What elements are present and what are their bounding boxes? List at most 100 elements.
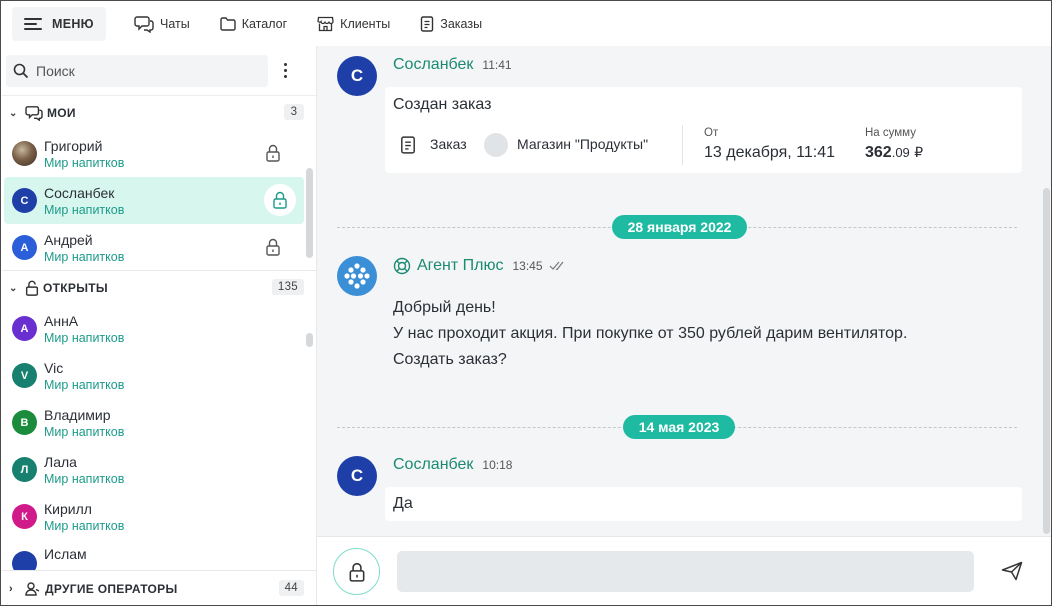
contact-name: АннА — [44, 312, 79, 329]
contact-item[interactable]: Григорий Мир напитков — [2, 130, 316, 177]
avatar: К — [12, 504, 37, 529]
store-icon — [317, 16, 334, 32]
section-open-title: ОТКРЫТЫ — [43, 281, 108, 295]
contact-item[interactable]: А АннА Мир напитков — [2, 305, 316, 352]
nav-catalog-label: Каталог — [241, 17, 288, 31]
chat-area: С Сосланбек 11:41 Создан заказ Заказ Маг… — [317, 46, 1051, 536]
message-line: Добрый день! — [393, 299, 496, 316]
menu-button[interactable]: МЕНЮ — [12, 7, 106, 41]
nav-orders-label: Заказы — [440, 17, 483, 31]
unlock-icon — [25, 280, 39, 296]
mine-scrollbar[interactable] — [306, 168, 313, 258]
message-header: Сосланбек 10:18 — [393, 456, 512, 474]
message-time: 10:18 — [482, 458, 513, 472]
avatar: А — [12, 235, 37, 260]
contact-company: Мир напитков — [44, 471, 125, 486]
date-separator: 28 января 2022 — [337, 215, 1017, 239]
chats-icon — [25, 105, 43, 121]
lock-icon[interactable] — [266, 144, 280, 162]
avatar: С — [12, 188, 37, 213]
send-button[interactable] — [1001, 561, 1023, 586]
message-text: Да — [393, 495, 413, 512]
lock-icon — [273, 191, 287, 209]
store-avatar — [484, 133, 508, 157]
contact-company: Мир напитков — [44, 424, 125, 439]
sender-name: Агент Плюс — [417, 257, 504, 274]
more-options-icon[interactable] — [284, 63, 288, 78]
nav-orders[interactable]: Заказы — [420, 16, 482, 32]
hamburger-icon — [24, 18, 42, 30]
message-time: 11:41 — [482, 58, 512, 72]
avatar: А — [12, 316, 37, 341]
date-pill: 14 мая 2023 — [623, 415, 735, 439]
message-line: У нас проходит акция. При покупке от 350… — [393, 325, 908, 342]
lock-button[interactable] — [264, 184, 296, 216]
date-separator: 14 мая 2023 — [337, 415, 1017, 439]
open-list: А АннА Мир напитков V Vic Мир напитков В… — [2, 305, 316, 575]
nav-chats[interactable]: Чаты — [134, 15, 190, 33]
contact-item[interactable]: А Андрей Мир напитков — [2, 224, 316, 271]
avatar: V — [12, 363, 37, 388]
search-input[interactable]: Поиск — [6, 54, 268, 87]
section-other-count: 44 — [278, 580, 304, 596]
message-text: Добрый день! У нас проходит акция. При п… — [393, 295, 907, 373]
operators-icon — [25, 581, 40, 596]
sum-value: 362.09 ₽ — [865, 144, 923, 162]
section-open[interactable]: ⌄ ОТКРЫТЫ 135 — [2, 271, 316, 305]
agent-logo-icon — [344, 263, 370, 289]
from-label: От — [704, 127, 719, 139]
contact-item[interactable]: Л Лала Мир напитков — [2, 446, 316, 493]
contact-company: Мир напитков — [44, 518, 125, 533]
avatar: Л — [12, 457, 37, 482]
avatar — [12, 141, 37, 166]
order-card[interactable]: Заказ Магазин "Продукты" От 13 декабря, … — [400, 125, 1000, 167]
composer — [317, 536, 1051, 605]
avatar: С — [337, 56, 377, 96]
message-header: Агент Плюс 13:45 — [393, 257, 567, 275]
lock-icon — [349, 562, 364, 582]
message-header: Сосланбек 11:41 — [393, 56, 512, 74]
nav-chats-label: Чаты — [160, 17, 190, 31]
chat-scrollbar[interactable] — [1043, 188, 1050, 534]
open-scrollbar[interactable] — [306, 333, 313, 347]
top-bar: МЕНЮ Чаты Каталог Клиенты Заказы — [2, 2, 1051, 46]
divider — [682, 125, 683, 165]
lock-icon[interactable] — [266, 238, 280, 256]
nav-catalog[interactable]: Каталог — [220, 17, 287, 31]
sidebar: Поиск ⌄ МОИ 3 Григорий Мир напитков С Со… — [2, 46, 317, 605]
support-ring-icon — [393, 257, 411, 275]
chevron-down-icon: ⌄ — [9, 107, 18, 119]
sender-name: Сосланбек — [393, 56, 474, 73]
message-text: Создан заказ — [393, 96, 492, 113]
message-time: 13:45 — [512, 259, 543, 273]
section-other-operators[interactable]: › ДРУГИЕ ОПЕРАТОРЫ 44 — [2, 570, 316, 605]
contact-item[interactable]: V Vic Мир напитков — [2, 352, 316, 399]
lock-button[interactable] — [333, 548, 380, 595]
mine-list: Григорий Мир напитков С Сосланбек Мир на… — [2, 130, 316, 271]
message-input[interactable] — [397, 551, 974, 592]
sum-fraction: .09 — [891, 145, 910, 160]
contact-name: Ислам — [44, 546, 87, 562]
contact-item-active[interactable]: С Сосланбек Мир напитков — [4, 177, 304, 224]
currency: ₽ — [914, 144, 924, 160]
section-mine-count: 3 — [284, 104, 304, 120]
message-bubble: Создан заказ Заказ Магазин "Продукты" От… — [385, 87, 1022, 173]
store-name: Магазин "Продукты" — [517, 136, 649, 152]
nav-clients-label: Клиенты — [340, 17, 391, 31]
from-value: 13 декабря, 11:41 — [704, 144, 836, 161]
menu-label: МЕНЮ — [52, 17, 94, 31]
chats-icon — [134, 16, 154, 33]
contact-name: Vic — [44, 359, 64, 376]
search-row: Поиск — [2, 46, 316, 96]
chevron-down-icon: ⌄ — [9, 282, 18, 294]
contact-name: Лала — [44, 453, 77, 470]
document-icon — [401, 136, 415, 154]
nav-clients[interactable]: Клиенты — [317, 16, 390, 32]
section-mine[interactable]: ⌄ МОИ 3 — [2, 96, 316, 130]
contact-name: Кирилл — [44, 500, 92, 517]
chevron-right-icon: › — [9, 582, 13, 595]
contact-item[interactable]: В Владимир Мир напитков — [2, 399, 316, 446]
sender-name: Сосланбек — [393, 456, 474, 473]
app-window: МЕНЮ Чаты Каталог Клиенты Заказы Поиск ⌄… — [0, 0, 1052, 606]
contact-item[interactable]: К Кирилл Мир напитков — [2, 493, 316, 540]
